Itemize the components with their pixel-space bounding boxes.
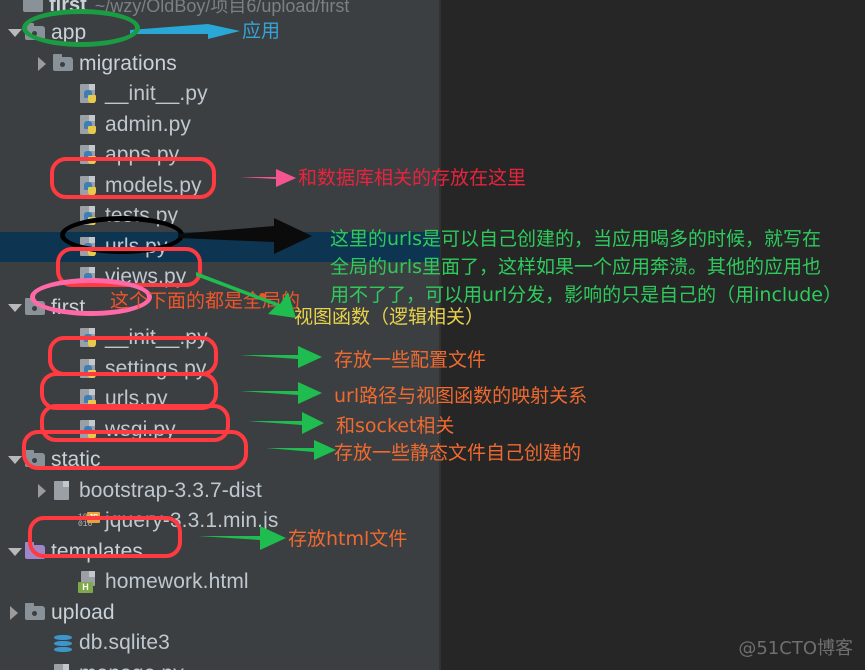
green-arrow-static [266, 440, 336, 460]
python-file-icon [78, 114, 100, 136]
tree-row[interactable]: Hhomework.html [0, 567, 440, 597]
tree-row-label: __init__.py [105, 82, 208, 105]
tree-row-label: manage.py [79, 662, 184, 670]
green-arrow-settings [240, 346, 322, 368]
tree-row[interactable]: upload [0, 598, 440, 628]
tree-row-label: migrations [79, 51, 177, 75]
python-file-icon [78, 83, 100, 105]
tree-row-label: bootstrap-3.3.7-dist [79, 478, 262, 502]
green-arrow-wsgi [248, 412, 324, 434]
blue-arrow-app [130, 24, 240, 39]
annotation-models-note: 和数据库相关的存放在这里 [298, 167, 527, 189]
pink-arrow-models [240, 169, 296, 187]
annotation-templates-note: 存放html文件 [288, 528, 408, 550]
highlight-box-templates [28, 516, 182, 558]
tree-row[interactable]: manage.py [0, 659, 440, 670]
annotation-wsgi-note: 和socket相关 [336, 415, 455, 437]
tree-row[interactable]: db.sqlite3 [0, 628, 440, 658]
chevron-down-icon[interactable] [8, 26, 22, 40]
folder-icon [52, 53, 74, 75]
chevron-right-icon[interactable] [36, 56, 50, 71]
green-arrow-templates [198, 526, 286, 550]
annotation-app-note: 应用 [242, 20, 281, 42]
chevron-right-icon[interactable] [8, 605, 22, 620]
annotation-urls-note-line1: 这里的urls是可以自己创建的，当应用喝多的时候，就写在 [330, 228, 822, 250]
database-file-icon [52, 632, 74, 654]
generic-file-icon [52, 480, 74, 502]
tree-row-label: upload [51, 600, 115, 624]
annotation-urls-py-note: url路径与视图函数的映射关系 [334, 385, 588, 407]
chevron-down-icon[interactable] [8, 453, 22, 467]
chevron-right-icon[interactable] [36, 483, 50, 498]
folder-icon [24, 602, 46, 624]
tree-row-label: db.sqlite3 [79, 631, 170, 654]
annotation-settings-note: 存放一些配置文件 [334, 349, 487, 371]
black-arrow-urls [178, 218, 312, 254]
highlight-box-static [22, 430, 248, 470]
tree-row-label: homework.html [105, 570, 249, 593]
highlight-ellipse-app [22, 9, 140, 47]
annotation-static-note: 存放一些静态文件自己创建的 [334, 442, 582, 464]
project-file-tree[interactable]: app migrations __init__.py admin.py apps.py m… [0, 0, 440, 670]
chevron-down-icon[interactable] [8, 545, 22, 559]
annotation-urls-note-line2: 全局的urls里面了，这样如果一个应用奔溃。其他的应用也 [330, 256, 822, 278]
tree-row[interactable]: bootstrap-3.3.7-dist [0, 476, 440, 506]
annotation-views-note: 视图函数（逻辑相关） [294, 306, 485, 328]
screenshot-root: first ~/wzy/OldBoy/项目6/upload/first app m… [0, 0, 865, 670]
green-arrow-global-urls [240, 382, 322, 404]
python-file-icon [52, 663, 74, 670]
watermark: @51CTO博客 [738, 638, 853, 659]
tree-row-label: admin.py [105, 112, 192, 136]
editor-panel [440, 0, 865, 670]
tree-row[interactable]: admin.py [0, 110, 440, 140]
chevron-down-icon[interactable] [8, 301, 22, 315]
tree-row[interactable]: migrations [0, 49, 440, 79]
highlight-box-models-py [50, 157, 216, 199]
highlight-box-settings-py [48, 336, 218, 376]
html-file-icon: H [78, 571, 100, 593]
green-arrow-views [196, 272, 296, 318]
tree-row[interactable]: __init__.py [0, 79, 440, 109]
